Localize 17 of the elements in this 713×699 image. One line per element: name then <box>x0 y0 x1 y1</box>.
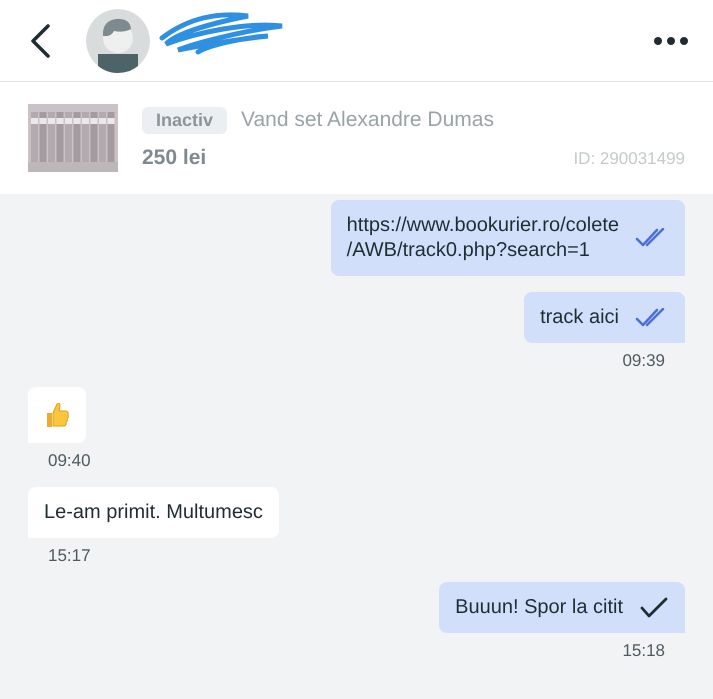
more-options-button[interactable] <box>653 36 689 46</box>
listing-id: ID: 290031499 <box>573 148 685 168</box>
message-time: 09:39 <box>621 351 666 371</box>
message-text: Buuun! Spor la citit <box>455 596 623 619</box>
avatar-icon <box>86 8 150 72</box>
thumbs-up-icon <box>44 401 70 429</box>
message-text: Le-am primit. Multumesc <box>44 501 263 524</box>
status-badge: Inactiv <box>142 106 228 134</box>
message-text: track aici <box>540 306 619 329</box>
message-time: 15:17 <box>47 546 92 566</box>
message-text: /AWB/track0.php?search=1 <box>346 239 591 262</box>
message-text: https://www.bookurier.ro/colete <box>346 214 619 237</box>
message-time: 15:18 <box>621 641 666 661</box>
listing-price: 250 lei <box>142 146 206 170</box>
message-time: 09:40 <box>47 451 92 471</box>
listing-title: Vand set Alexandre Dumas <box>241 108 494 132</box>
listing-card[interactable]: Inactiv Vand set Alexandre Dumas 250 lei ID: 290031499 <box>0 82 713 194</box>
